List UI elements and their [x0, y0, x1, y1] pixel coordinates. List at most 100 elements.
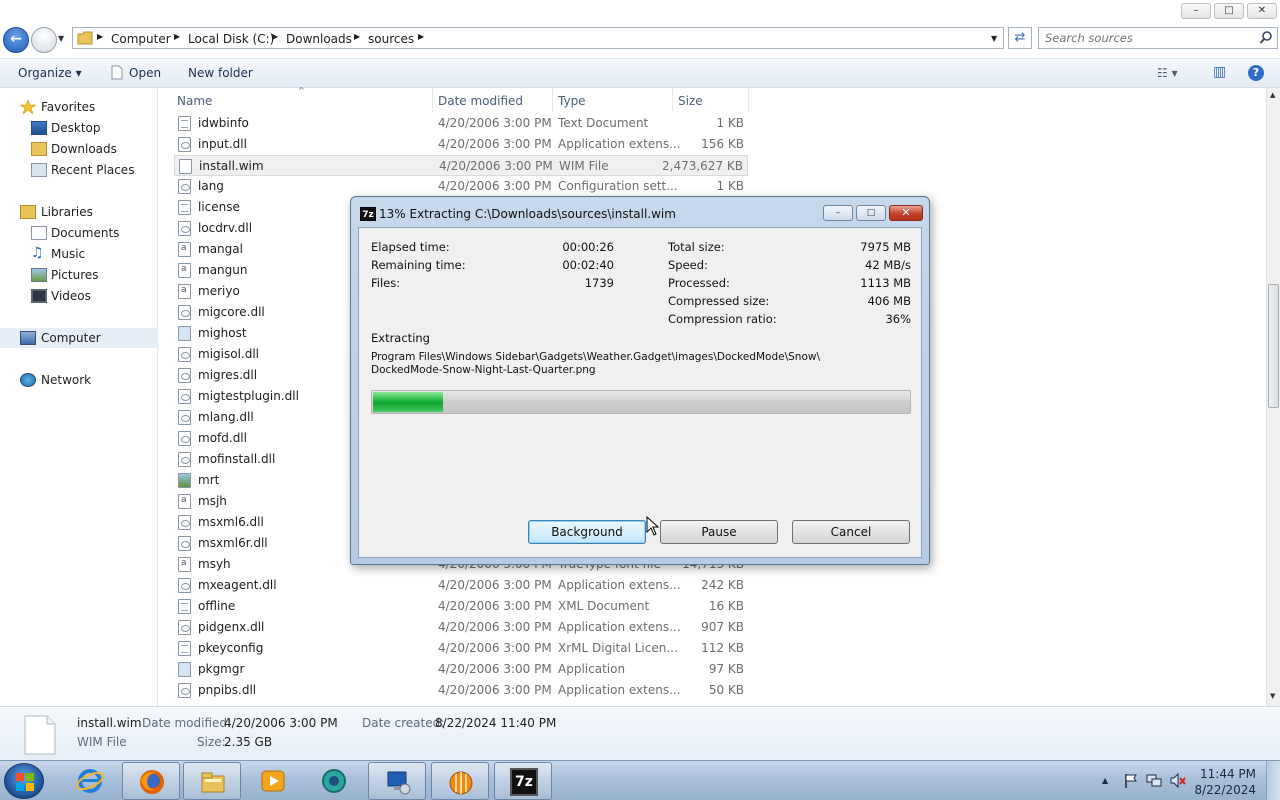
- nav-network[interactable]: Network: [0, 370, 158, 390]
- nav-documents[interactable]: Documents: [0, 223, 158, 243]
- column-header-type[interactable]: Type: [558, 94, 586, 108]
- breadcrumb-separator[interactable]: ▶: [418, 32, 424, 41]
- breadcrumb-local-disk[interactable]: Local Disk (C:): [188, 32, 274, 46]
- dll-file-icon: [178, 431, 191, 446]
- taskbar-hard-drive-tool[interactable]: [431, 762, 489, 800]
- nav-favorites-label: Favorites: [41, 100, 96, 114]
- scroll-down-icon[interactable]: ▼: [1270, 692, 1275, 700]
- scroll-up-icon[interactable]: ▲: [1270, 91, 1275, 99]
- volume-muted-icon[interactable]: [1170, 773, 1186, 788]
- file-row[interactable]: pkeyconfig 4/20/2006 3:00 PM XrML Digital …: [174, 638, 748, 659]
- help-button[interactable]: ?: [1248, 65, 1264, 81]
- nav-downloads[interactable]: Downloads: [0, 139, 158, 159]
- file-row[interactable]: install.wim 4/20/2006 3:00 PM WIM File 2,47…: [174, 155, 748, 176]
- column-divider[interactable]: [672, 88, 673, 112]
- scrollbar-thumb[interactable]: [1268, 284, 1279, 408]
- dialog-minimize-button[interactable]: –: [823, 205, 853, 221]
- nav-favorites[interactable]: Favorites: [0, 97, 158, 117]
- nav-libraries[interactable]: Libraries: [0, 202, 158, 222]
- computer-icon: [20, 331, 36, 345]
- background-button[interactable]: Background: [528, 520, 646, 544]
- processed-label: Processed:: [668, 276, 730, 290]
- organize-button[interactable]: Organize ▾: [18, 66, 82, 80]
- cancel-button[interactable]: Cancel: [792, 520, 910, 544]
- maximize-button[interactable]: □: [1214, 3, 1244, 19]
- taskbar-windows-update[interactable]: [305, 762, 363, 800]
- compression-ratio-value: 36%: [885, 312, 911, 326]
- file-row[interactable]: input.dll 4/20/2006 3:00 PM Application ex…: [174, 134, 748, 155]
- file-row[interactable]: mxeagent.dll 4/20/2006 3:00 PM Application…: [174, 575, 748, 596]
- taskbar-media-player[interactable]: [244, 762, 302, 800]
- change-view-button[interactable]: ☷ ▾: [1157, 66, 1178, 80]
- new-folder-button[interactable]: New folder: [188, 66, 253, 80]
- breadcrumb-computer[interactable]: Computer: [111, 32, 171, 46]
- taskbar-internet-explorer[interactable]: [61, 762, 119, 800]
- taskbar-firefox[interactable]: [122, 762, 180, 800]
- nav-computer[interactable]: Computer: [0, 328, 158, 348]
- font-file-icon: [178, 557, 191, 572]
- dialog-maximize-button[interactable]: □: [856, 205, 886, 221]
- nav-pictures[interactable]: Pictures: [0, 265, 158, 285]
- action-center-flag-icon[interactable]: [1124, 773, 1138, 788]
- file-row[interactable]: pkgmgr 4/20/2006 3:00 PM Application 97 KB: [174, 659, 748, 680]
- font-file-icon: [178, 284, 191, 299]
- pause-button[interactable]: Pause: [660, 520, 778, 544]
- file-row[interactable]: pnpibs.dll 4/20/2006 3:00 PM Application e…: [174, 680, 748, 701]
- column-header-date[interactable]: Date modified: [438, 94, 523, 108]
- refresh-button[interactable]: ⇄: [1008, 27, 1032, 49]
- search-icon[interactable]: [1259, 30, 1273, 46]
- breadcrumb-separator[interactable]: ▶: [174, 32, 180, 41]
- file-row[interactable]: offline 4/20/2006 3:00 PM XML Document 16 K…: [174, 596, 748, 617]
- breadcrumb-separator[interactable]: ▶: [272, 32, 278, 41]
- dll-file-icon: [178, 452, 191, 467]
- network-status-icon[interactable]: [1146, 773, 1162, 788]
- dialog-close-button[interactable]: ✕: [889, 205, 923, 221]
- command-bar: Organize ▾ Open New folder ☷ ▾ ▥ ?: [0, 58, 1280, 88]
- search-input[interactable]: [1045, 31, 1245, 45]
- taskbar: 7z ▲ 11:44 PM 8/22/2024: [0, 760, 1280, 800]
- dll-file-icon: [178, 536, 191, 551]
- forward-button[interactable]: [31, 27, 57, 53]
- preview-pane-button[interactable]: ▥: [1213, 64, 1226, 80]
- nav-recent-places[interactable]: Recent Places: [0, 160, 158, 180]
- address-bar[interactable]: ▶ Computer ▶ Local Disk (C:) ▶ Downloads…: [72, 27, 1004, 49]
- breadcrumb-downloads[interactable]: Downloads: [286, 32, 352, 46]
- column-header-size[interactable]: Size: [678, 94, 703, 108]
- column-divider[interactable]: [432, 88, 433, 112]
- minimize-button[interactable]: –: [1181, 3, 1211, 19]
- column-divider[interactable]: [552, 88, 553, 112]
- show-desktop-button[interactable]: [1266, 761, 1280, 800]
- nav-music[interactable]: ♫ Music: [0, 244, 158, 264]
- start-button[interactable]: [4, 763, 44, 799]
- file-row[interactable]: pidgenx.dll 4/20/2006 3:00 PM Application …: [174, 617, 748, 638]
- breadcrumb-separator[interactable]: ▶: [354, 32, 360, 41]
- taskbar-remote-desktop[interactable]: [368, 762, 426, 800]
- show-hidden-icons-button[interactable]: ▲: [1102, 776, 1108, 785]
- nav-videos[interactable]: Videos: [0, 286, 158, 306]
- 7-zip-icon: 7z: [510, 768, 538, 796]
- taskbar-7-zip[interactable]: 7z: [494, 762, 552, 800]
- back-button[interactable]: ←: [3, 27, 29, 53]
- close-button[interactable]: ✕: [1247, 3, 1277, 19]
- dll-file-icon: [178, 305, 191, 320]
- address-dropdown-icon[interactable]: ▼: [991, 34, 997, 43]
- media-player-icon: [261, 770, 285, 792]
- search-box[interactable]: [1038, 27, 1278, 49]
- file-row[interactable]: lang 4/20/2006 3:00 PM Configuration sett.…: [174, 176, 748, 197]
- operation-label: Extracting: [371, 331, 430, 345]
- breadcrumb-sources[interactable]: sources: [368, 32, 414, 46]
- clock-date[interactable]: 8/22/2024: [1194, 783, 1256, 797]
- recent-pages-dropdown[interactable]: ▼: [58, 34, 68, 46]
- file-date-modified: 4/20/2006 3:00 PM: [438, 116, 552, 130]
- nav-desktop[interactable]: Desktop: [0, 118, 158, 138]
- open-button[interactable]: Open: [129, 66, 161, 80]
- breadcrumb-separator[interactable]: ▶: [97, 32, 103, 41]
- column-header-name[interactable]: Name: [177, 94, 212, 108]
- file-name: mlang.dll: [198, 410, 254, 424]
- taskbar-file-explorer[interactable]: [183, 762, 241, 800]
- column-divider[interactable]: [748, 88, 749, 112]
- file-row[interactable]: idwbinfo 4/20/2006 3:00 PM Text Document 1 …: [174, 113, 748, 134]
- dll-file-icon: [178, 410, 191, 425]
- clock-time[interactable]: 11:44 PM: [1200, 767, 1256, 781]
- vertical-scrollbar[interactable]: ▲ ▼: [1266, 88, 1280, 706]
